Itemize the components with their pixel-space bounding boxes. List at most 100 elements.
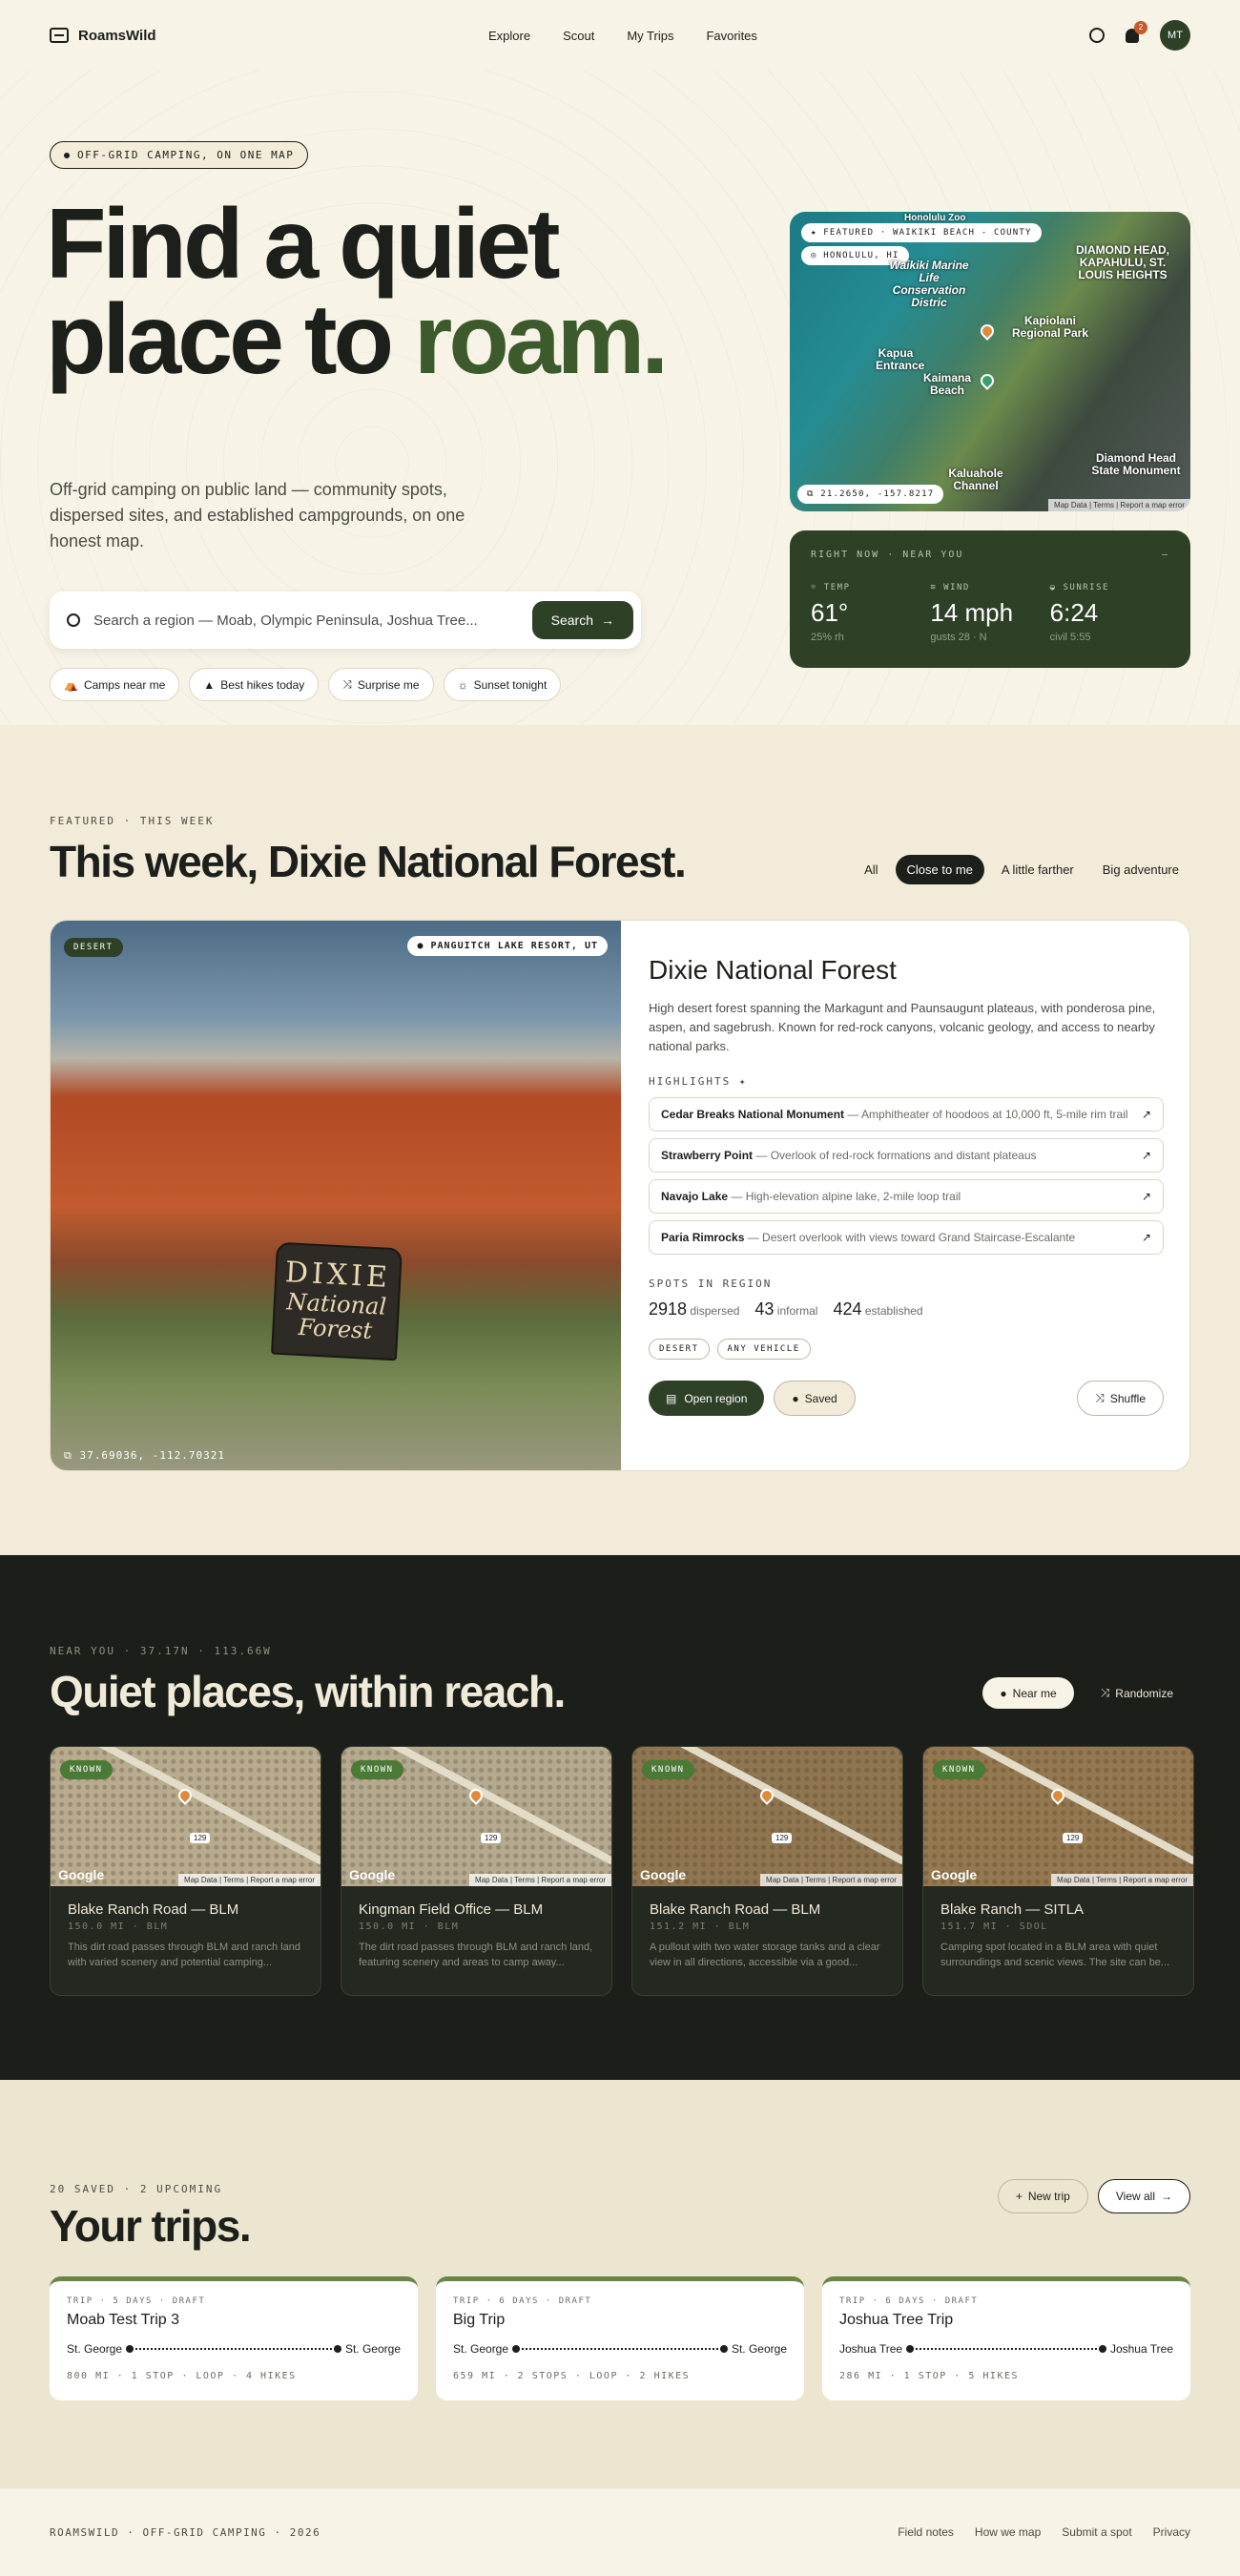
bell-icon[interactable]: 2	[1126, 20, 1147, 43]
near-cards: KNOWN 129 Google Map Data | Terms | Repo…	[50, 1746, 1194, 1996]
quick-chips: ⛺ Camps near me ▲ Best hikes today ⤨ Surpri…	[50, 668, 562, 701]
map-footer[interactable]: Map Data | Terms | Report a map error	[469, 1874, 611, 1886]
highlight-row[interactable]: Navajo Lake — High-elevation alpine lake…	[649, 1179, 1164, 1214]
near-card-tag: KNOWN	[933, 1760, 985, 1779]
map-label: Honolulu Zoo	[904, 213, 966, 223]
chip-surprise-me[interactable]: ⤨ Surprise me	[328, 668, 434, 701]
photo-location: ● PANGUITCH LAKE RESORT, UT	[407, 936, 608, 956]
photo-tag: DESERT	[64, 938, 123, 957]
highlight-row[interactable]: Strawberry Point — Overlook of red-rock …	[649, 1138, 1164, 1173]
trip-card[interactable]: TRIP · 6 DAYS · DRAFT Joshua Tree Trip J…	[822, 2276, 1190, 2400]
footer-link[interactable]: Privacy	[1153, 2525, 1190, 2539]
near-card-name: Blake Ranch Road — BLM	[68, 1901, 239, 1918]
near-card[interactable]: KNOWN 129 Google Map Data | Terms | Repo…	[50, 1746, 321, 1996]
near-card-name: Kingman Field Office — BLM	[359, 1901, 544, 1918]
near-me-button[interactable]: ● Near me	[982, 1677, 1074, 1709]
near-card-desc: This dirt road passes through BLM and ra…	[68, 1942, 300, 1968]
view-all-button[interactable]: View all →	[1097, 2179, 1190, 2213]
nav-my-trips[interactable]: My Trips	[627, 29, 673, 43]
stat-count: 424	[833, 1299, 862, 1319]
filter-close-to-me[interactable]: Close to me	[895, 855, 984, 884]
nav-scout[interactable]: Scout	[563, 29, 594, 43]
weather-value: 6:24	[1049, 598, 1099, 627]
road-number: 129	[1063, 1833, 1084, 1843]
highlight-name: Cedar Breaks National Monument	[661, 1108, 845, 1121]
highlights-label: HIGHLIGHTS ✦	[649, 1075, 1164, 1088]
near-card-desc: Camping spot located in a BLM area with …	[940, 1942, 1170, 1968]
route-line	[126, 2345, 341, 2353]
new-trip-label: New trip	[1027, 2190, 1070, 2203]
weather-sunrise: ◒ SUNRISE 6:24 civil 5:55	[1050, 583, 1169, 643]
footer-link[interactable]: Field notes	[898, 2525, 954, 2539]
avatar[interactable]: MT	[1160, 20, 1190, 51]
near-card[interactable]: KNOWN 129 Google Map Data | Terms | Repo…	[341, 1746, 612, 1996]
region-desc: High desert forest spanning the Markagun…	[649, 1001, 1156, 1053]
search-input[interactable]	[93, 612, 532, 629]
near-kicker: NEAR YOU · 37.17N · 113.66W	[50, 1645, 272, 1657]
near-card-distance: 150.0 MI · BLM	[68, 1922, 169, 1932]
chip-sunset-tonight[interactable]: ☼ Sunset tonight	[443, 668, 562, 701]
region-name: Dixie National Forest	[649, 955, 897, 985]
trips-kicker: 20 SAVED · 2 UPCOMING	[50, 2183, 223, 2195]
near-card-distance: 150.0 MI · BLM	[359, 1922, 460, 1932]
spot-stats: 2918 dispersed 43 informal 424 establish…	[649, 1299, 1164, 1319]
chat-icon[interactable]	[1089, 28, 1105, 43]
road-number: 129	[481, 1833, 502, 1843]
hero-title-accent: roam.	[413, 284, 669, 395]
featured-map[interactable]: ★ FEATURED · WAIKIKI BEACH - COUNTY ◎ HO…	[790, 212, 1190, 511]
saved-button[interactable]: ● Saved	[774, 1381, 856, 1416]
map-label: Waikiki Marine Life Conservation Distric	[889, 259, 969, 309]
map-pin-icon[interactable]	[978, 371, 997, 390]
map-label: DIAMOND HEAD, KAPAHULU, ST. LOUIS HEIGHT…	[1076, 243, 1169, 281]
highlight-row[interactable]: Cedar Breaks National Monument — Amphith…	[649, 1097, 1164, 1132]
footer-link[interactable]: Submit a spot	[1062, 2525, 1131, 2539]
weather-dash: —	[1161, 550, 1169, 560]
weather-temp: ☼ TEMP 61° 25% rh	[811, 583, 930, 643]
chip-label: Sunset tonight	[473, 677, 548, 692]
chip-camps-near-me[interactable]: ⛺ Camps near me	[50, 668, 180, 701]
map-footer[interactable]: Map Data | Terms | Report a map error	[1051, 1874, 1193, 1886]
near-card-map: KNOWN 129 Google Map Data | Terms | Repo…	[51, 1747, 320, 1886]
pin-icon: ◎	[811, 251, 824, 260]
sparkle-icon: ✦	[738, 1075, 748, 1088]
nav-favorites[interactable]: Favorites	[706, 29, 756, 43]
region-tag: DESERT	[649, 1339, 710, 1360]
map-pin-icon[interactable]	[978, 322, 997, 341]
weather-value: 14 mph	[930, 598, 1014, 627]
trips-title: Your trips.	[50, 2201, 252, 2251]
footer-link[interactable]: How we map	[975, 2525, 1041, 2539]
nav-explore[interactable]: Explore	[488, 29, 530, 43]
randomize-button[interactable]: ⤨ Randomize	[1084, 1677, 1190, 1709]
trip-card[interactable]: TRIP · 5 DAYS · DRAFT Moab Test Trip 3 S…	[50, 2276, 418, 2400]
trip-card[interactable]: TRIP · 6 DAYS · DRAFT Big Trip St. Georg…	[436, 2276, 804, 2400]
open-region-button[interactable]: ▤ Open region	[649, 1381, 765, 1416]
new-trip-button[interactable]: + New trip	[997, 2179, 1088, 2213]
trip-kicker: TRIP · 6 DAYS · DRAFT	[839, 2296, 979, 2306]
highlight-desc: — Desert overlook with views toward Gran…	[744, 1231, 1076, 1244]
map-footer[interactable]: Map Data | Terms | Report a map error	[178, 1874, 320, 1886]
near-card[interactable]: KNOWN 129 Google Map Data | Terms | Repo…	[922, 1746, 1194, 1996]
shuffle-button[interactable]: ⤨ Shuffle	[1077, 1381, 1164, 1416]
highlight-row[interactable]: Paria Rimrocks — Desert overlook with vi…	[649, 1220, 1164, 1255]
weather-value: 61°	[811, 598, 849, 627]
chip-best-hikes[interactable]: ▲ Best hikes today	[189, 668, 320, 701]
map-footer[interactable]: Map Data | Terms | Report a map error	[760, 1874, 902, 1886]
search-button[interactable]: Search →	[531, 601, 633, 639]
weather-sub: 25% rh	[811, 632, 844, 643]
trip-to: Joshua Tree	[1109, 2342, 1173, 2356]
hero-pill-text: OFF-GRID CAMPING, ON ONE MAP	[77, 149, 295, 161]
saved-label: Saved	[804, 1391, 837, 1405]
trip-name: Joshua Tree Trip	[839, 2312, 954, 2328]
footer-brand: ROAMSWILD · OFF-GRID CAMPING · 2026	[50, 2525, 321, 2539]
near-card[interactable]: KNOWN 129 Google Map Data | Terms | Repo…	[631, 1746, 903, 1996]
brand[interactable]: RoamsWild	[50, 28, 156, 44]
map-footer[interactable]: Map Data | Terms | Report a map error	[1048, 499, 1190, 511]
top-nav: RoamsWild Explore Scout My Trips Favorit…	[0, 0, 1240, 71]
filter-big-adventure[interactable]: Big adventure	[1091, 855, 1190, 884]
shuffle-icon: ⤨	[1100, 1686, 1110, 1699]
footer: ROAMSWILD · OFF-GRID CAMPING · 2026 Fiel…	[0, 2488, 1240, 2576]
search-bar: Search →	[50, 592, 641, 649]
wind-icon: ≋	[930, 583, 944, 592]
filter-all[interactable]: All	[853, 855, 889, 884]
filter-a-little-farther[interactable]: A little farther	[990, 855, 1085, 884]
